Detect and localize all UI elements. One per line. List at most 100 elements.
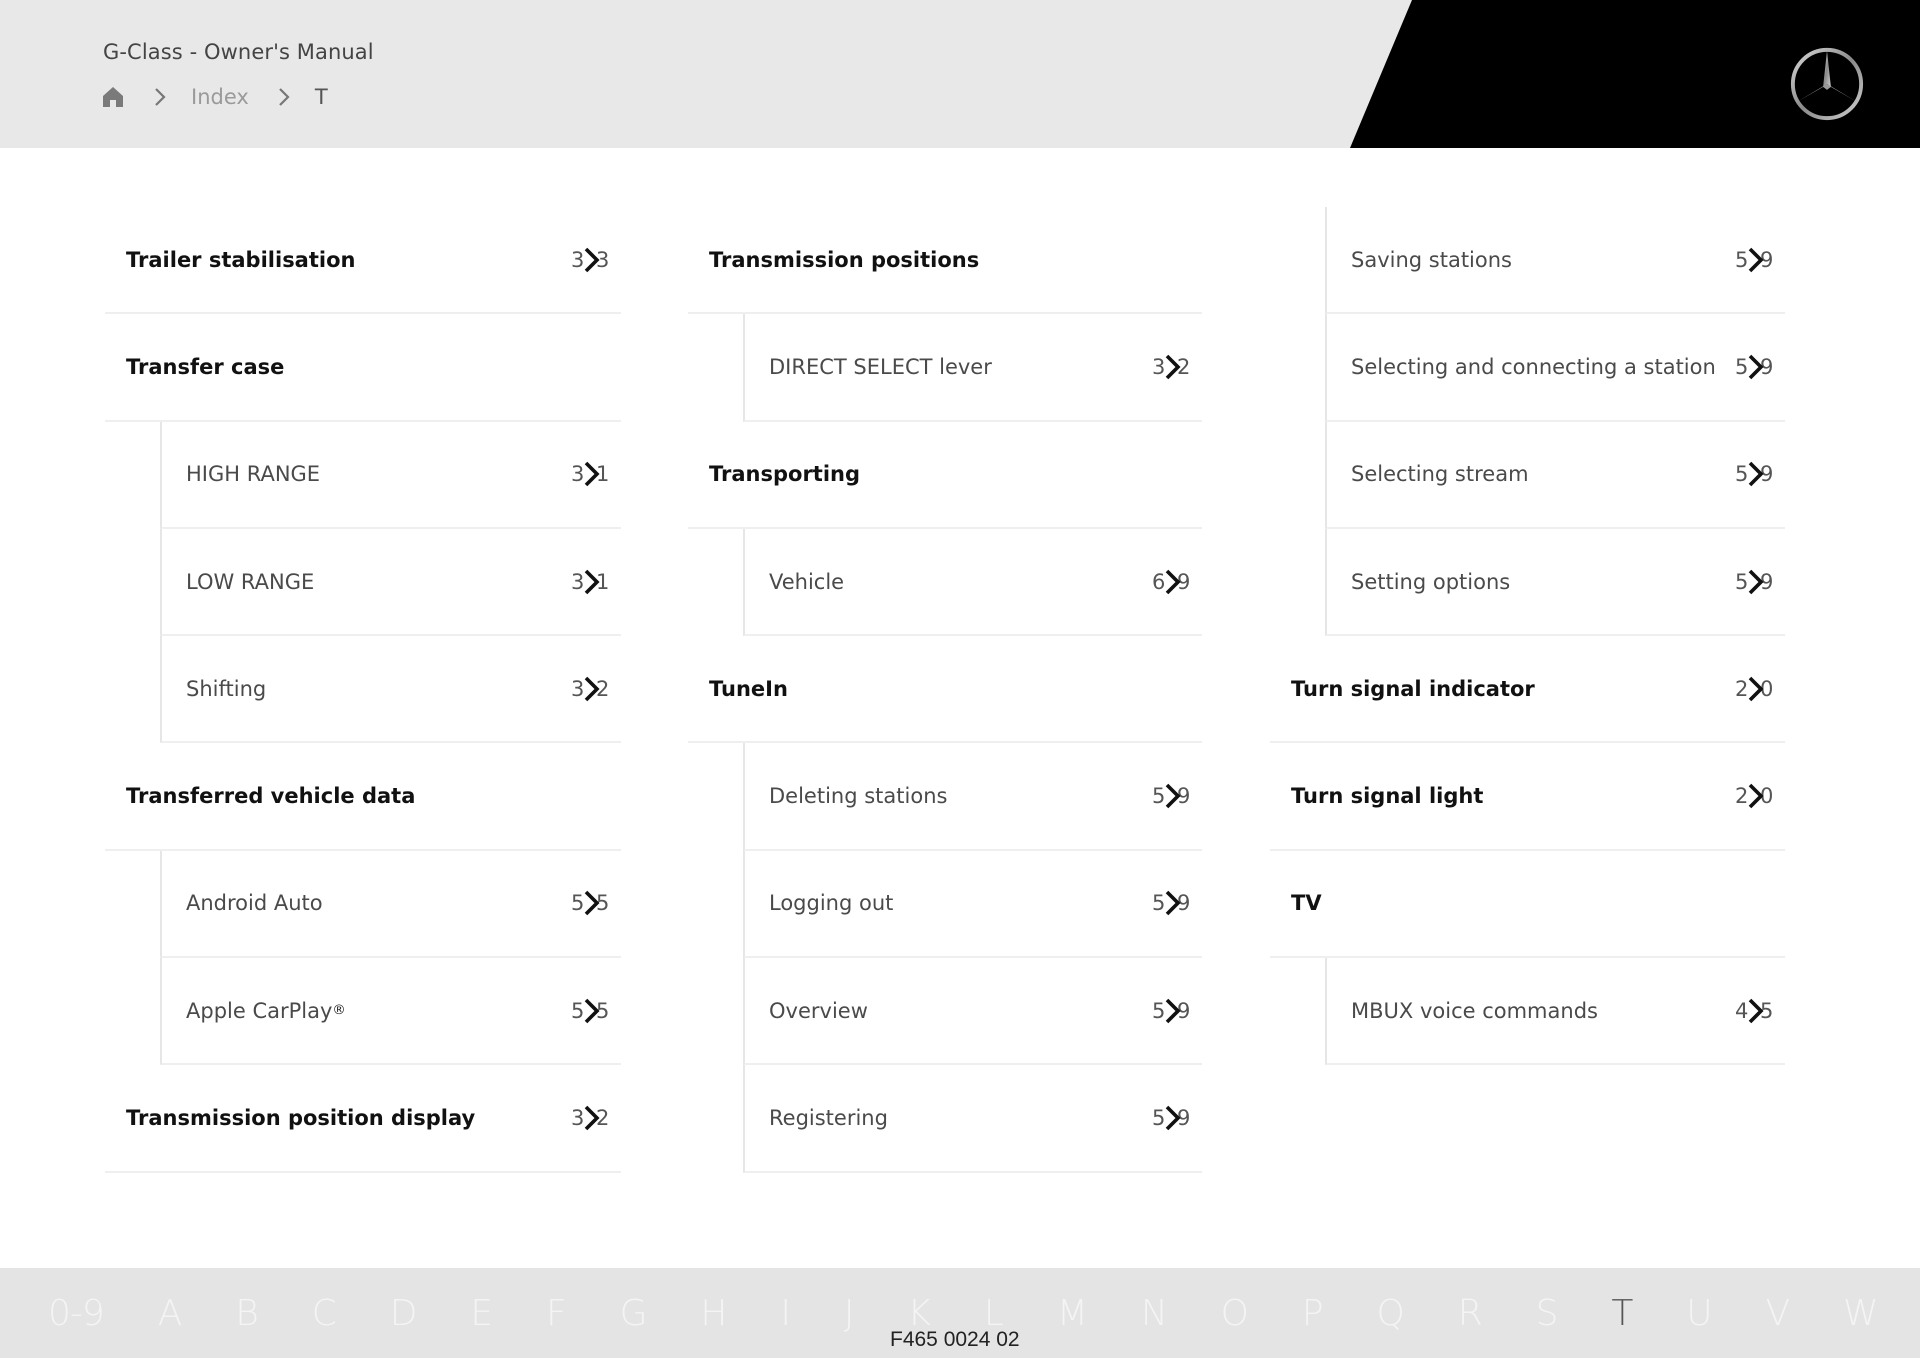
entry-label: Vehicle: [769, 569, 845, 594]
breadcrumb-item-index[interactable]: Index: [191, 85, 249, 109]
chevron-right-icon: [1164, 1105, 1182, 1131]
entry-label: Turn signal indicator: [1291, 676, 1535, 701]
alphabet-letter-i[interactable]: I: [780, 1293, 791, 1334]
chevron-right-icon: [1747, 676, 1765, 702]
index-subentry[interactable]: Android Auto 5 5: [160, 850, 621, 959]
document-title: G-Class - Owner's Manual: [103, 40, 374, 64]
alphabet-letter-j[interactable]: J: [844, 1293, 855, 1334]
page-link[interactable]: 59: [1152, 996, 1190, 1026]
index-subentry[interactable]: Setting options 5 9: [1325, 528, 1785, 637]
index-entry[interactable]: Transmission position display 3 2: [105, 1065, 621, 1173]
entry-label: Selecting stream: [1351, 462, 1529, 487]
page-link[interactable]: 55: [571, 996, 609, 1026]
index-subentry[interactable]: Registering 5 9: [743, 1065, 1202, 1173]
index-column-2: Transmission positions DIRECT SELECT leve…: [688, 207, 1202, 1173]
page-link[interactable]: 33: [571, 245, 609, 275]
registered-mark: ®: [332, 1003, 346, 1019]
chevron-right-icon: [583, 247, 601, 273]
index-entry[interactable]: Turn signal light 2 0: [1270, 743, 1785, 851]
alphabet-letter-g[interactable]: G: [620, 1293, 648, 1334]
page-link[interactable]: 31: [571, 567, 609, 597]
entry-label: Trailer stabilisation: [126, 247, 356, 272]
alphabet-letter-0-9[interactable]: 0-9: [48, 1293, 105, 1334]
entry-label: Transfer case: [126, 354, 285, 379]
mercedes-star-logo[interactable]: [1788, 45, 1866, 123]
chevron-right-icon: [1747, 998, 1765, 1024]
alphabet-letter-h[interactable]: H: [700, 1293, 727, 1334]
page-link[interactable]: 59: [1735, 567, 1773, 597]
alphabet-letter-r[interactable]: R: [1458, 1293, 1483, 1334]
entry-label: Android Auto: [186, 891, 323, 916]
chevron-right-icon: [1747, 354, 1765, 380]
page-link[interactable]: 59: [1735, 245, 1773, 275]
header: G-Class - Owner's Manual Index T: [0, 0, 1920, 148]
alphabet-letter-f[interactable]: F: [546, 1293, 567, 1334]
entry-label: Transmission position display: [126, 1106, 476, 1131]
alphabet-letter-n[interactable]: N: [1141, 1293, 1168, 1334]
page-link[interactable]: 32: [1152, 352, 1190, 382]
index-entry[interactable]: Trailer stabilisation 3 3: [105, 207, 621, 315]
entry-label: Shifting: [186, 676, 267, 701]
page-link[interactable]: 31: [571, 459, 609, 489]
index-subentry[interactable]: Deleting stations 5 9: [743, 743, 1202, 851]
footer: 0-9 A B C D E F G H I J K L M N O P Q R S T U V W F465 0024 02: [0, 1268, 1920, 1358]
page-link[interactable]: 59: [1735, 352, 1773, 382]
index-subentry[interactable]: HIGH RANGE 3 1: [160, 421, 621, 529]
alphabet-letter-t[interactable]: T: [1611, 1293, 1633, 1334]
alphabet-letter-m[interactable]: M: [1057, 1293, 1088, 1334]
page-link[interactable]: 59: [1152, 781, 1190, 811]
entry-label: MBUX voice commands: [1351, 998, 1598, 1023]
index-column-1: Trailer stabilisation 3 3 Transfer case HIGH…: [105, 207, 621, 1173]
alphabet-letter-c[interactable]: C: [312, 1293, 337, 1334]
page-link[interactable]: 69: [1152, 567, 1190, 597]
chevron-right-icon: [583, 998, 601, 1024]
entry-label: DIRECT SELECT lever: [769, 354, 992, 379]
alphabet-letter-o[interactable]: O: [1221, 1293, 1249, 1334]
alphabet-letter-v[interactable]: V: [1766, 1293, 1791, 1334]
index-subentry[interactable]: Logging out 5 9: [743, 850, 1202, 959]
index-subentry[interactable]: Selecting stream 5 9: [1325, 421, 1785, 529]
index-column-3: Saving stations 5 9 Selecting and connectin…: [1270, 207, 1785, 1066]
home-icon[interactable]: [101, 85, 125, 109]
index-subentry[interactable]: MBUX voice commands 4 5: [1325, 958, 1785, 1066]
alphabet-letter-q[interactable]: Q: [1376, 1293, 1404, 1334]
page-link[interactable]: 55: [571, 888, 609, 918]
index-subentry[interactable]: DIRECT SELECT lever 3 2: [743, 314, 1202, 422]
index-subentry[interactable]: Selecting and connecting a station 5 9: [1325, 314, 1785, 422]
page-link[interactable]: 45: [1735, 996, 1773, 1026]
page-link[interactable]: 59: [1152, 888, 1190, 918]
breadcrumb-item-current: T: [314, 85, 328, 109]
index-entry: Transmission positions: [688, 207, 1202, 315]
chevron-right-icon: [583, 890, 601, 916]
page-link[interactable]: 20: [1735, 674, 1773, 704]
alphabet-letter-e[interactable]: E: [470, 1293, 493, 1334]
page-link[interactable]: 32: [571, 1103, 609, 1133]
index-subentry[interactable]: Saving stations 5 9: [1325, 207, 1785, 315]
alphabet-letter-s[interactable]: S: [1536, 1293, 1559, 1334]
entry-label: Transporting: [709, 462, 861, 487]
page-link[interactable]: 59: [1152, 1103, 1190, 1133]
alphabet-letter-d[interactable]: D: [390, 1293, 418, 1334]
page-link[interactable]: 59: [1735, 459, 1773, 489]
page-link[interactable]: 32: [571, 674, 609, 704]
chevron-right-icon: [277, 87, 291, 107]
entry-label: Saving stations: [1351, 247, 1512, 272]
entry-label: Deleting stations: [769, 784, 948, 809]
index-entry[interactable]: Turn signal indicator 2 0: [1270, 636, 1785, 744]
alphabet-letter-b[interactable]: B: [235, 1293, 259, 1334]
entry-label: HIGH RANGE: [186, 462, 321, 487]
document-code: F465 0024 02: [890, 1328, 1020, 1351]
index-subentry[interactable]: LOW RANGE 3 1: [160, 528, 621, 637]
entry-label: Transferred vehicle data: [126, 784, 416, 809]
index-subentry[interactable]: Shifting 3 2: [160, 636, 621, 744]
chevron-right-icon: [1747, 569, 1765, 595]
chevron-right-icon: [1164, 569, 1182, 595]
index-subentry[interactable]: Vehicle 6 9: [743, 528, 1202, 637]
alphabet-letter-a[interactable]: A: [158, 1293, 183, 1334]
page-link[interactable]: 20: [1735, 781, 1773, 811]
index-subentry[interactable]: Overview 5 9: [743, 958, 1202, 1066]
alphabet-letter-w[interactable]: W: [1843, 1293, 1879, 1334]
index-subentry[interactable]: Apple CarPlay ® 5 5: [160, 958, 621, 1066]
alphabet-letter-p[interactable]: P: [1302, 1293, 1324, 1334]
alphabet-letter-u[interactable]: U: [1686, 1293, 1712, 1334]
